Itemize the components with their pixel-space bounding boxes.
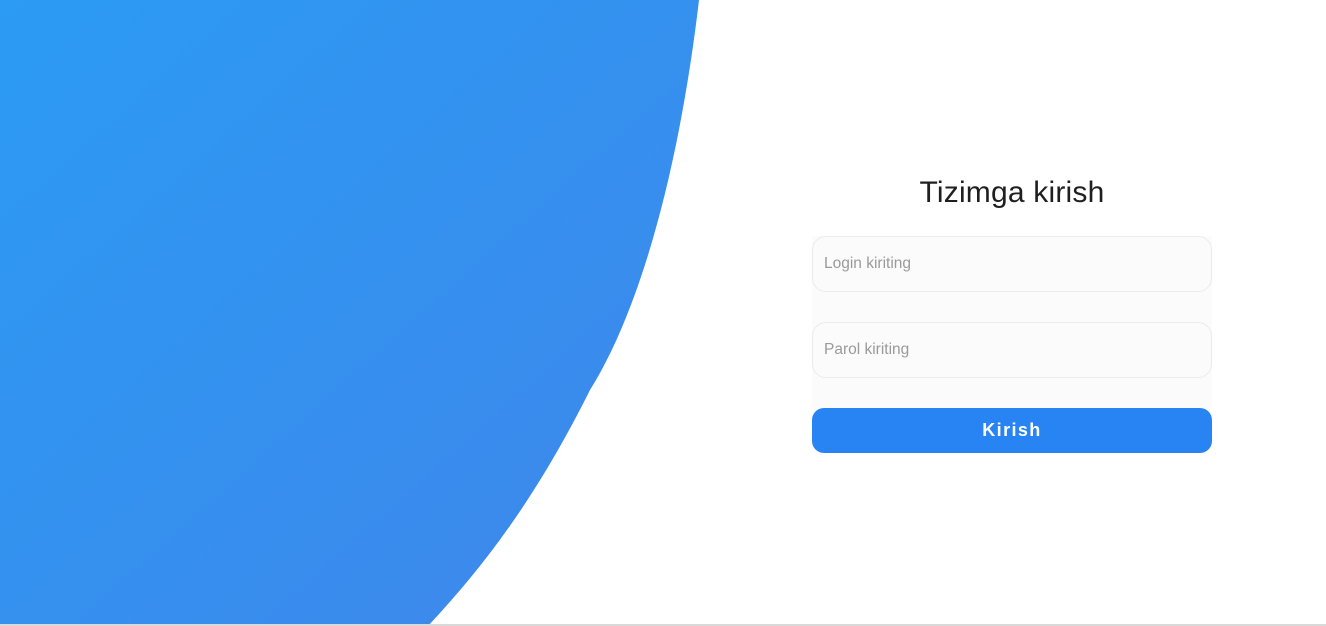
input-group (812, 236, 1212, 408)
login-button[interactable]: Kirish (812, 408, 1212, 453)
login-input[interactable] (812, 236, 1212, 292)
page-title: Tizimga kirish (919, 176, 1105, 209)
login-page: Tizimga kirish Kirish (0, 0, 1326, 626)
password-input[interactable] (812, 322, 1212, 378)
login-form: Tizimga kirish Kirish (812, 170, 1212, 453)
